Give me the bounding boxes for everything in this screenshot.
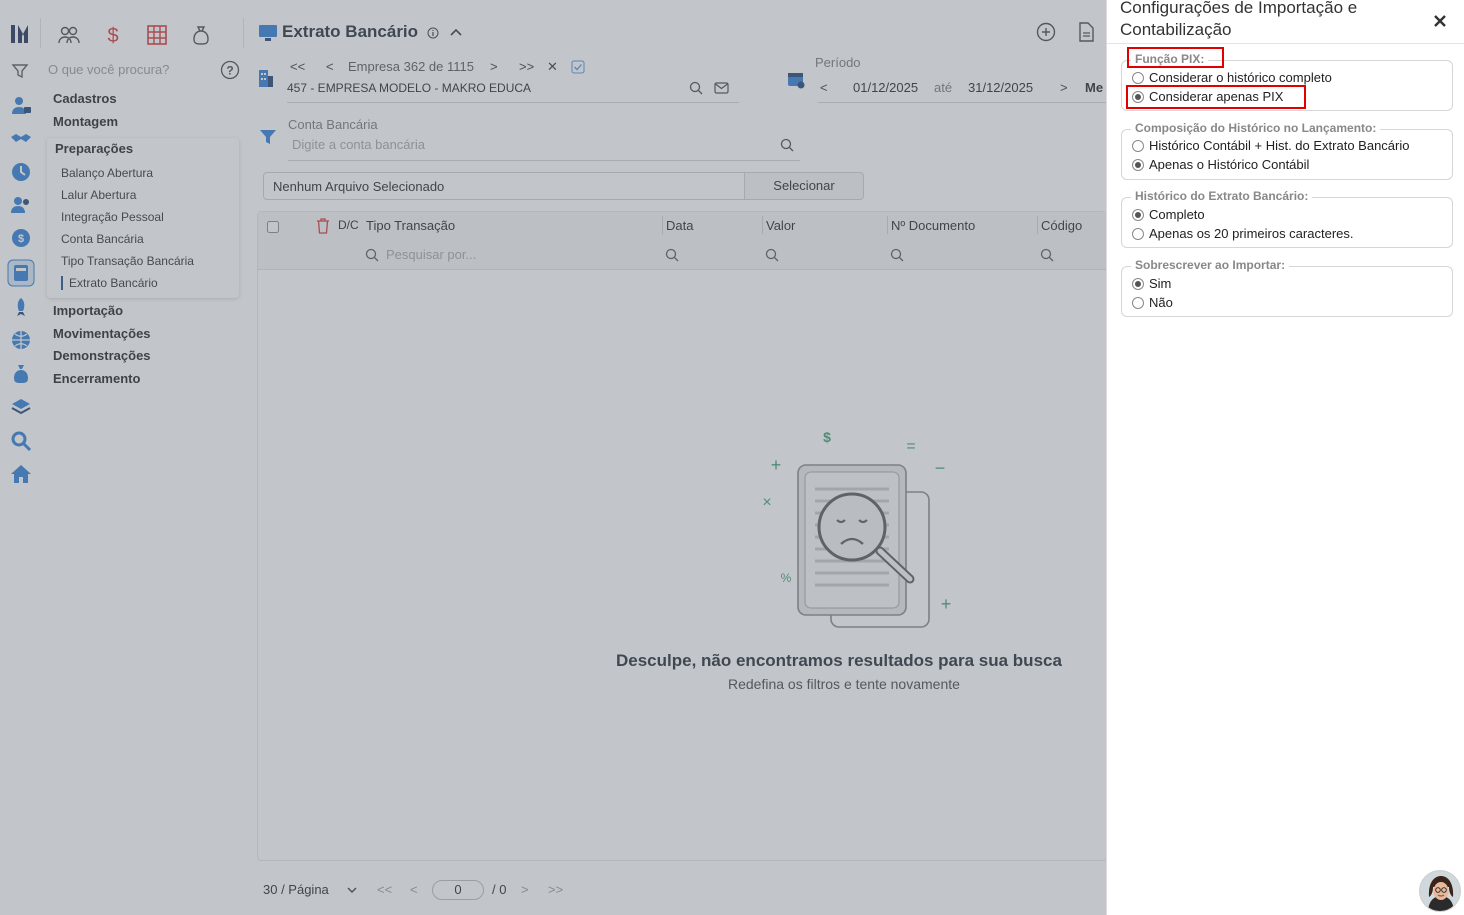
panel-divider <box>1107 43 1464 44</box>
option-label: Histórico Contábil + Hist. do Extrato Ba… <box>1149 138 1410 153</box>
radio-button[interactable] <box>1132 140 1144 152</box>
radio-button[interactable] <box>1132 297 1144 309</box>
highlight-box <box>1126 85 1306 109</box>
avatar-image <box>1420 871 1460 911</box>
overwrite-legend: Sobrescrever ao Importar: <box>1131 258 1290 272</box>
statement-history-legend: Histórico do Extrato Bancário: <box>1131 189 1313 203</box>
assistant-avatar[interactable] <box>1419 870 1461 912</box>
history-composition-group: Composição do Histórico no Lançamento: H… <box>1121 121 1453 180</box>
import-settings-panel: Configurações de Importação e Contabiliz… <box>1106 0 1464 915</box>
radio-button[interactable] <box>1132 228 1144 240</box>
panel-title: Configurações de Importação e Contabiliz… <box>1120 0 1358 39</box>
option-label: Sim <box>1149 276 1172 291</box>
option-label: Não <box>1149 295 1173 310</box>
modal-backdrop[interactable] <box>0 0 1106 915</box>
overwrite-group: Sobrescrever ao Importar: Sim Não <box>1121 258 1453 317</box>
radio-button-selected[interactable] <box>1132 278 1144 290</box>
option-label: Apenas os 20 primeiros caracteres. <box>1149 226 1354 241</box>
option-label: Considerar o histórico completo <box>1149 70 1332 85</box>
statement-history-group: Histórico do Extrato Bancário: Completo … <box>1121 189 1453 248</box>
radio-button[interactable] <box>1132 72 1144 84</box>
history-composition-legend: Composição do Histórico no Lançamento: <box>1131 121 1381 135</box>
radio-button-selected[interactable] <box>1132 209 1144 221</box>
highlight-box <box>1127 47 1224 68</box>
radio-button-selected[interactable] <box>1132 159 1144 171</box>
option-label: Apenas o Histórico Contábil <box>1149 157 1310 172</box>
close-icon[interactable] <box>1432 13 1448 29</box>
option-label: Completo <box>1149 207 1205 222</box>
